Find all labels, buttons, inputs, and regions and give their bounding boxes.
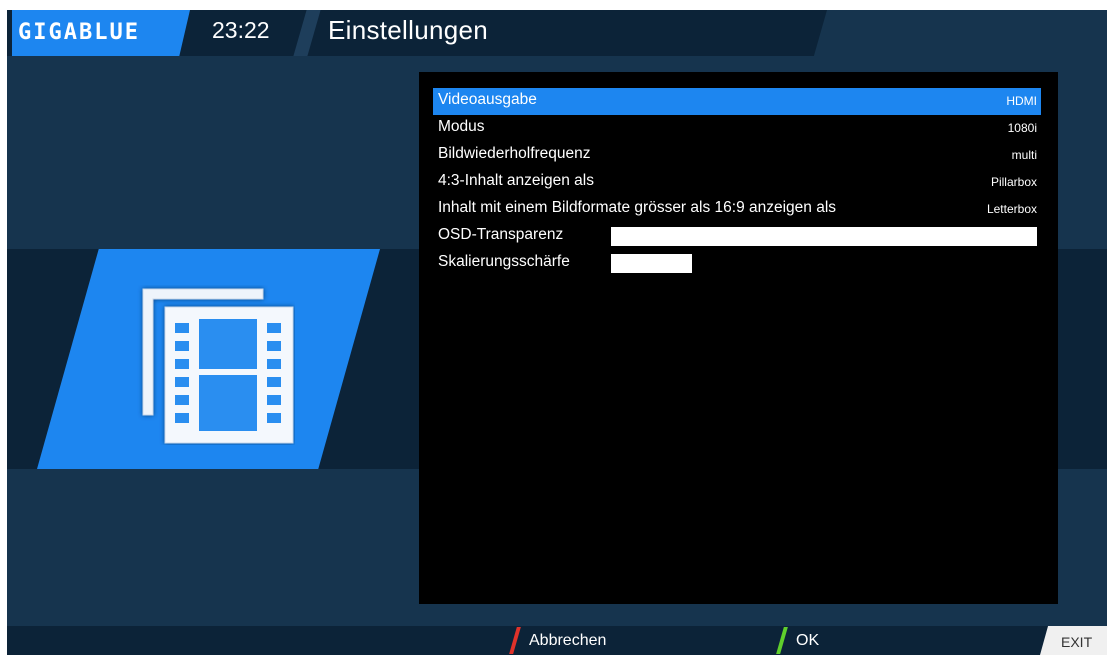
setting-row-4-3-inhalt[interactable]: 4:3-Inhalt anzeigen als Pillarbox	[433, 169, 1041, 196]
setting-row-bildformat-16-9[interactable]: Inhalt mit einem Bildformate grösser als…	[433, 196, 1041, 223]
setting-value: Letterbox	[986, 202, 1037, 216]
ok-button[interactable]: OK	[776, 626, 1020, 655]
setting-row-bildwiederholfrequenz[interactable]: Bildwiederholfrequenz multi	[433, 142, 1041, 169]
setting-label: Skalierungsschärfe	[438, 253, 570, 270]
setting-label: Modus	[438, 118, 485, 135]
screen: GIGABLUE 23:22 Einstellungen Videoausgab…	[0, 0, 1107, 655]
setting-label: Videoausgabe	[438, 91, 537, 108]
setting-label: Bildwiederholfrequenz	[438, 145, 591, 162]
setting-row-modus[interactable]: Modus 1080i	[433, 115, 1041, 142]
setting-row-skalierungsschaerfe[interactable]: Skalierungsschärfe	[433, 250, 1041, 277]
setting-value: Pillarbox	[990, 175, 1037, 189]
setting-label: OSD-Transparenz	[438, 226, 564, 243]
film-settings-icon	[142, 288, 294, 444]
clock: 23:22	[212, 17, 270, 43]
brand-logo-text: GIGABLUE	[18, 20, 140, 45]
setting-label: 4:3-Inhalt anzeigen als	[438, 172, 594, 189]
setting-value: HDMI	[1006, 94, 1037, 108]
cancel-label: Abbrechen	[529, 632, 607, 649]
exit-label: EXIT	[1061, 634, 1093, 650]
osd-transparency-slider[interactable]	[611, 227, 1037, 246]
ok-label: OK	[796, 632, 820, 649]
page-title: Einstellungen	[328, 15, 489, 45]
setting-value: multi	[1011, 148, 1037, 162]
setting-label: Inhalt mit einem Bildformate grösser als…	[438, 199, 837, 216]
cancel-button[interactable]: Abbrechen	[509, 626, 753, 655]
setting-value: 1080i	[1007, 121, 1037, 135]
brand-logo: GIGABLUE	[12, 10, 190, 56]
setting-row-osd-transparenz[interactable]: OSD-Transparenz	[433, 223, 1041, 250]
setting-row-videoausgabe[interactable]: Videoausgabe HDMI	[433, 88, 1041, 115]
exit-button[interactable]: EXIT	[1040, 626, 1107, 655]
scaling-sharpness-slider[interactable]	[611, 254, 692, 273]
settings-list: Videoausgabe HDMI Modus 1080i Bildwieder…	[419, 72, 1058, 604]
